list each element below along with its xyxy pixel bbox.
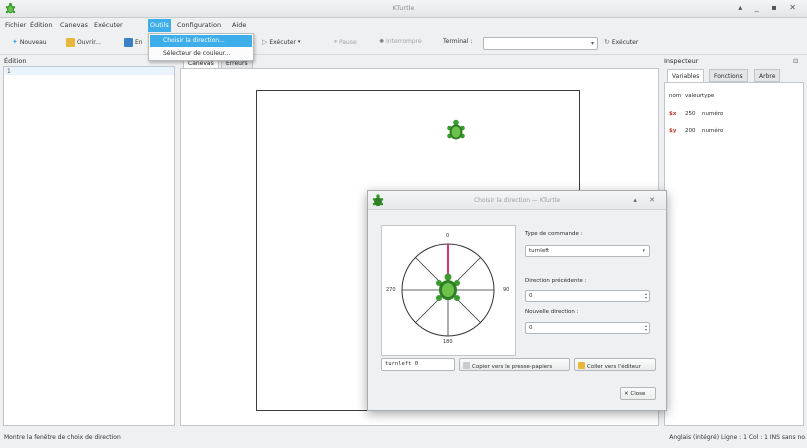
- choose-direction-dialog: Choisir la direction — KTurtle ▴ ✕ 0 90 …: [367, 190, 667, 411]
- spin-arrows-icon[interactable]: ▴ ▾: [645, 292, 647, 300]
- direction-compass[interactable]: 0 90 180 270: [381, 225, 516, 356]
- tab-arbre[interactable]: Arbre: [754, 69, 781, 82]
- menu-outils[interactable]: Outils: [148, 19, 171, 32]
- current-line-highlight: [4, 67, 174, 75]
- dialog-controls[interactable]: ▴ ✕: [633, 196, 660, 204]
- menu-edition[interactable]: Édition: [30, 21, 53, 29]
- dialog-title: Choisir la direction — KTurtle: [473, 197, 561, 204]
- inspector-title: Inspecteur: [664, 57, 699, 65]
- new-file-icon: ✦: [12, 38, 18, 46]
- copy-to-clipboard-button[interactable]: Copier vers le presse-papiers: [459, 358, 570, 371]
- terminal-input[interactable]: ▾: [483, 37, 598, 50]
- dialog-titlebar[interactable]: Choisir la direction — KTurtle ▴ ✕: [368, 191, 666, 210]
- compass-label-left: 270: [386, 287, 396, 293]
- open-button[interactable]: Ouvrir...: [66, 38, 101, 47]
- compass-dial[interactable]: [382, 226, 515, 355]
- spin-arrows-icon[interactable]: ▴ ▾: [645, 324, 647, 332]
- compass-label-bottom: 180: [443, 339, 453, 345]
- outils-dropdown-menu: Choisir la direction... Sélecteur de cou…: [148, 33, 254, 61]
- compass-label-top: 0: [446, 233, 450, 239]
- menu-configuration[interactable]: Configuration: [177, 21, 221, 29]
- status-message: Montre la fenêtre de choix de direction: [4, 434, 121, 441]
- copy-icon: [463, 362, 470, 369]
- window-controls[interactable]: ▴ _ ▪ ✕: [738, 3, 801, 12]
- menu-aide[interactable]: Aide: [232, 21, 246, 29]
- command-output-field[interactable]: turnleft 0: [381, 358, 455, 371]
- panel-float-icon[interactable]: ⊡: [793, 57, 798, 65]
- window-title: KTurtle: [392, 4, 415, 12]
- previous-direction-spinbox[interactable]: 0 ▴ ▾: [525, 290, 650, 302]
- code-editor[interactable]: 1: [3, 66, 175, 426]
- table-header: nom valeur type: [669, 93, 715, 99]
- folder-icon: [66, 38, 75, 47]
- save-icon: [124, 38, 133, 47]
- chevron-down-icon: ▾: [642, 248, 645, 254]
- status-info: Anglais (intégré) Ligne : 1 Col : 1 INS …: [669, 434, 805, 441]
- command-type-label: Type de commande :: [525, 231, 583, 237]
- menu-canevas[interactable]: Canevas: [60, 21, 88, 29]
- pause-button[interactable]: ⏸ Pause: [334, 38, 357, 46]
- run-icon: ↻: [604, 38, 610, 46]
- tab-variables[interactable]: Variables: [667, 69, 705, 82]
- variables-table: nom valeur type $x 250 numéro $y 200 num…: [664, 82, 804, 426]
- new-direction-label: Nouvelle direction :: [525, 309, 579, 315]
- menu-executer[interactable]: Exécuter: [94, 21, 123, 29]
- turtle-icon: [447, 119, 465, 140]
- turtle-icon: [436, 273, 460, 301]
- status-bar: Montre la fenêtre de choix de direction …: [0, 430, 807, 448]
- chevron-down-icon: ▾: [297, 39, 301, 45]
- edition-panel-title: Édition: [4, 57, 27, 65]
- save-button[interactable]: En: [124, 38, 143, 47]
- new-button[interactable]: ✦ Nouveau: [12, 38, 47, 46]
- play-icon: ▷: [262, 38, 268, 46]
- gear-icon: ✺: [379, 38, 385, 45]
- previous-direction-label: Direction précédente :: [525, 278, 587, 284]
- close-button[interactable]: ✕ Close: [620, 387, 656, 400]
- run-button[interactable]: ▷ Exécuter ▾: [262, 38, 300, 46]
- tab-fonctions[interactable]: Fonctions: [709, 69, 748, 82]
- compass-label-right: 90: [503, 287, 510, 293]
- new-direction-spinbox[interactable]: 0 ▴ ▾: [525, 322, 650, 334]
- window-titlebar[interactable]: KTurtle ▴ _ ▪ ✕: [0, 0, 807, 18]
- abort-button[interactable]: ✺ Interrompre: [379, 38, 422, 45]
- line-number: 1: [7, 68, 11, 75]
- close-icon: ✕: [624, 391, 629, 397]
- table-row[interactable]: $y 200 numéro: [669, 128, 742, 134]
- terminal-label: Terminal :: [443, 38, 473, 45]
- menubar: Fichier Édition Canevas Exécuter Outils …: [0, 18, 807, 33]
- chevron-down-icon: ▾: [590, 40, 594, 47]
- terminal-run-button[interactable]: ↻ Exécuter: [604, 38, 638, 46]
- paste-to-editor-button[interactable]: Coller vers l'éditeur: [574, 358, 656, 371]
- command-type-select[interactable]: turnleft ▾: [525, 245, 650, 257]
- menu-item-choose-direction[interactable]: Choisir la direction...: [150, 35, 252, 47]
- menu-item-color-picker[interactable]: Sélecteur de couleur...: [150, 48, 252, 60]
- paste-icon: [578, 362, 585, 369]
- main-toolbar: ✦ Nouveau Ouvrir... En ▷ Exécuter ▾ ⏸ Pa…: [0, 33, 807, 55]
- table-row[interactable]: $x 250 numéro: [669, 111, 742, 117]
- menu-fichier[interactable]: Fichier: [5, 21, 26, 29]
- pause-icon: ⏸: [334, 38, 338, 45]
